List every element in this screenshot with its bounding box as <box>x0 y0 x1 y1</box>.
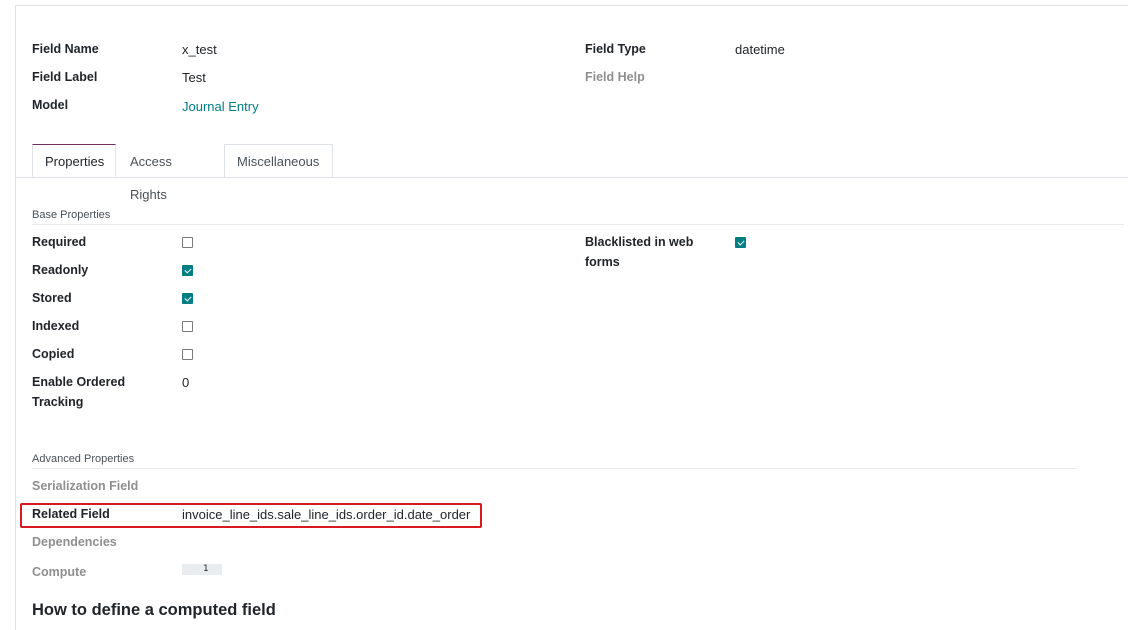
copied-checkbox[interactable] <box>182 349 193 360</box>
tab-miscellaneous[interactable]: Miscellaneous <box>224 144 333 177</box>
compute-code-editor[interactable]: 1 <box>182 564 222 575</box>
readonly-label: Readonly <box>32 263 89 277</box>
computed-field-help-heading: How to define a computed field <box>32 601 276 619</box>
model-link[interactable]: Journal Entry <box>182 99 259 114</box>
tab-access-rights[interactable]: Access Rights <box>117 144 224 202</box>
required-label: Required <box>32 235 87 249</box>
field-help-label: Field Help <box>585 70 645 84</box>
serialization-field-label: Serialization Field <box>32 479 139 493</box>
field-type-label: Field Type <box>585 42 646 56</box>
copied-label: Copied <box>32 347 75 361</box>
ordered-tracking-value[interactable]: 0 <box>182 375 189 390</box>
stored-checkbox[interactable] <box>182 293 193 304</box>
stored-label: Stored <box>32 291 72 305</box>
dependencies-label: Dependencies <box>32 535 117 549</box>
field-name-label: Field Name <box>32 42 99 56</box>
ordered-tracking-label-line1: Enable Ordered <box>32 375 126 389</box>
blacklisted-label-line1: Blacklisted in web <box>585 235 694 249</box>
compute-label: Compute <box>32 565 87 579</box>
field-label-label: Field Label <box>32 70 98 84</box>
readonly-checkbox[interactable] <box>182 265 193 276</box>
tabs-divider <box>16 177 1128 178</box>
base-properties-title: Base Properties <box>32 209 111 221</box>
indexed-label: Indexed <box>32 319 80 333</box>
field-label-value[interactable]: Test <box>182 70 206 85</box>
base-properties-separator <box>32 224 1124 225</box>
advanced-properties-separator <box>32 468 1078 469</box>
field-name-value[interactable]: x_test <box>182 42 217 57</box>
model-label: Model <box>32 98 69 112</box>
blacklisted-checkbox[interactable] <box>735 237 746 248</box>
related-field-label: Related Field <box>32 507 110 521</box>
blacklisted-label-line2: forms <box>585 255 620 269</box>
compute-line-number: 1 <box>203 564 209 574</box>
indexed-checkbox[interactable] <box>182 321 193 332</box>
field-type-value[interactable]: datetime <box>735 42 785 57</box>
required-checkbox[interactable] <box>182 237 193 248</box>
ordered-tracking-label-line2: Tracking <box>32 395 84 409</box>
tab-properties[interactable]: Properties <box>32 144 116 177</box>
advanced-properties-title: Advanced Properties <box>32 453 135 465</box>
related-field-input[interactable]: invoice_line_ids.sale_line_ids.order_id.… <box>182 507 470 522</box>
